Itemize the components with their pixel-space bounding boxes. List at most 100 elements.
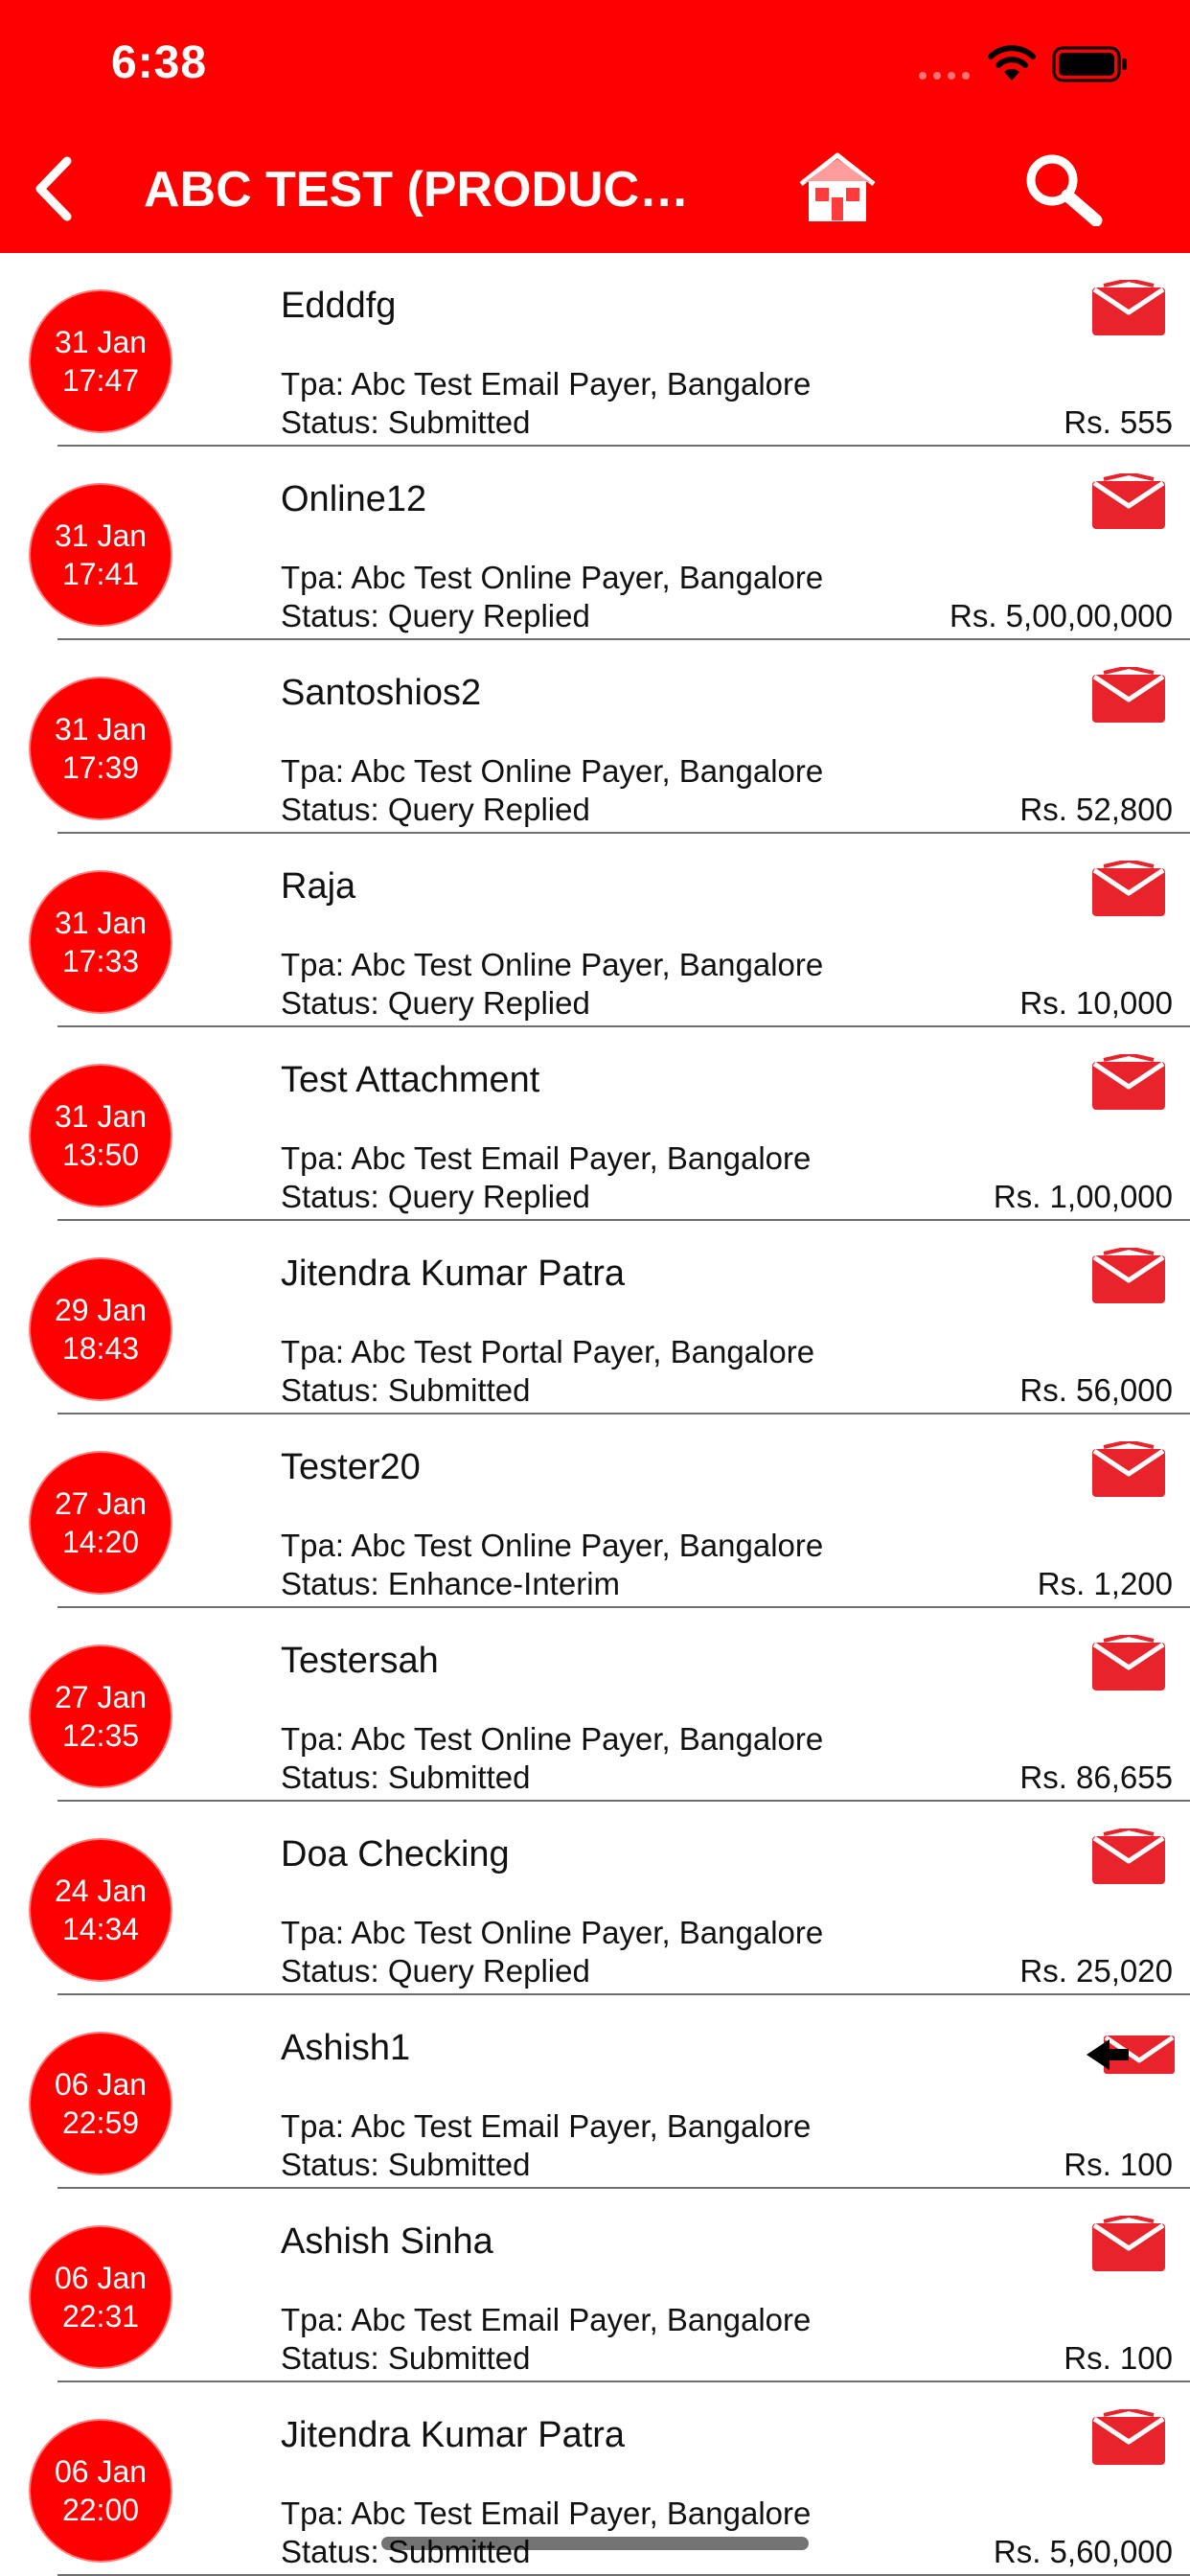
envelope-icon[interactable] (1090, 1051, 1167, 1114)
item-tpa: Tpa: Abc Test Online Payer, Bangalore (281, 947, 824, 982)
date-badge-day: 06 Jan (54, 2261, 148, 2295)
date-badge-time: 22:00 (61, 2493, 140, 2527)
date-badge-day: 31 Jan (54, 518, 148, 553)
item-status: Status: Submitted (281, 2147, 531, 2182)
date-badge: 06 Jan 22:31 (31, 2227, 171, 2367)
date-badge: 06 Jan 22:00 (31, 2421, 171, 2561)
list-item[interactable]: 31 Jan 17:39 Santoshios2 Tpa: Abc Test Onli… (0, 640, 1190, 834)
date-badge: 27 Jan 12:35 (31, 1646, 171, 1786)
item-tpa: Tpa: Abc Test Online Payer, Bangalore (281, 1528, 824, 1563)
date-badge-day: 27 Jan (54, 1680, 148, 1714)
list-item[interactable]: 31 Jan 13:50 Test Attachment Tpa: Abc Test … (0, 1027, 1190, 1221)
date-badge-time: 22:59 (61, 2105, 140, 2140)
date-badge-time: 18:43 (61, 1331, 140, 1366)
date-badge: 27 Jan 14:20 (31, 1453, 171, 1593)
date-badge-day: 29 Jan (54, 1293, 148, 1327)
home-indicator (381, 2537, 809, 2550)
item-status: Status: Query Replied (281, 792, 590, 827)
cellular-signal-icon (919, 72, 970, 80)
item-tpa: Tpa: Abc Test Email Payer, Bangalore (281, 1140, 812, 1176)
date-badge-time: 13:50 (61, 1138, 140, 1172)
app-header: 6:38 ABC TEST (PRODUCTI... (0, 0, 1190, 253)
item-status: Status: Query Replied (281, 1953, 590, 1989)
envelope-icon[interactable] (1090, 2213, 1167, 2275)
item-status: Status: Query Replied (281, 985, 590, 1021)
claims-list: 31 Jan 17:47 Edddfg Tpa: Abc Test Email Pay… (0, 253, 1190, 2576)
item-tpa: Tpa: Abc Test Online Payer, Bangalore (281, 1721, 824, 1757)
item-tpa: Tpa: Abc Test Email Payer, Bangalore (281, 366, 812, 402)
item-amount: Rs. 100 (1064, 2147, 1173, 2182)
envelope-icon[interactable] (1090, 1245, 1167, 1307)
item-status: Status: Submitted (281, 2340, 531, 2376)
house-icon[interactable] (795, 150, 880, 226)
date-badge: 29 Jan 18:43 (31, 1259, 171, 1399)
magnifier-icon[interactable] (1019, 151, 1108, 226)
envelope-icon[interactable] (1090, 1438, 1167, 1501)
list-item[interactable]: 29 Jan 18:43 Jitendra Kumar Patra Tpa: Abc … (0, 1221, 1190, 1414)
date-badge-day: 06 Jan (54, 2454, 148, 2489)
list-item[interactable]: 31 Jan 17:41 Online12 Tpa: Abc Test Online … (0, 447, 1190, 640)
date-badge-day: 31 Jan (54, 906, 148, 940)
item-status: Status: Submitted (281, 404, 531, 440)
item-tpa: Tpa: Abc Test Email Payer, Bangalore (281, 2108, 812, 2144)
item-status: Status: Query Replied (281, 598, 590, 633)
date-badge-time: 22:31 (61, 2299, 140, 2334)
date-badge-time: 17:39 (61, 750, 140, 785)
envelope-icon[interactable] (1090, 664, 1167, 726)
item-amount: Rs. 86,655 (1019, 1760, 1173, 1795)
list-item[interactable]: 27 Jan 14:20 Tester20 Tpa: Abc Test Online … (0, 1414, 1190, 1608)
item-status: Status: Submitted (281, 1372, 531, 1408)
status-bar-time: 6:38 (111, 37, 208, 88)
date-badge-day: 27 Jan (54, 1486, 148, 1521)
back-button[interactable] (23, 151, 90, 226)
list-item[interactable]: 27 Jan 12:35 Testersah Tpa: Abc Test Online… (0, 1608, 1190, 1802)
battery-icon (1052, 46, 1127, 82)
item-title: Edddfg (281, 286, 397, 326)
date-badge-time: 14:20 (61, 1525, 140, 1559)
envelope-icon[interactable] (1090, 2406, 1167, 2469)
envelope-icon[interactable] (1090, 1826, 1167, 1888)
item-tpa: Tpa: Abc Test Email Payer, Bangalore (281, 2496, 812, 2531)
list-item[interactable]: 24 Jan 14:34 Doa Checking Tpa: Abc Test Onl… (0, 1802, 1190, 1995)
item-title: Santoshios2 (281, 673, 482, 713)
item-tpa: Tpa: Abc Test Online Payer, Bangalore (281, 560, 824, 595)
item-title: Doa Checking (281, 1834, 510, 1874)
item-title: Ashish Sinha (281, 2221, 493, 2262)
envelope-icon[interactable] (1090, 277, 1167, 339)
item-status: Status: Submitted (281, 1760, 531, 1795)
item-title: Online12 (281, 479, 427, 519)
envelope-icon[interactable] (1090, 1632, 1167, 1694)
date-badge-day: 31 Jan (54, 325, 148, 359)
item-amount: Rs. 100 (1064, 2340, 1173, 2376)
date-badge: 31 Jan 17:33 (31, 872, 171, 1012)
item-amount: Rs. 5,00,00,000 (950, 598, 1173, 633)
item-title: Testersah (281, 1641, 439, 1681)
item-title: Jitendra Kumar Patra (281, 1254, 626, 1294)
date-badge: 24 Jan 14:34 (31, 1840, 171, 1980)
list-item[interactable]: 06 Jan 22:31 Ashish Sinha Tpa: Abc Test Ema… (0, 2189, 1190, 2382)
item-title: Tester20 (281, 1447, 421, 1487)
date-badge-day: 31 Jan (54, 712, 148, 747)
item-status: Status: Query Replied (281, 1179, 590, 1214)
list-item[interactable]: 31 Jan 17:33 Raja Tpa: Abc Test Online Paye… (0, 834, 1190, 1027)
page-title: ABC TEST (PRODUCTI... (144, 162, 719, 218)
date-badge-time: 14:34 (61, 1912, 140, 1946)
item-tpa: Tpa: Abc Test Email Payer, Bangalore (281, 2302, 812, 2337)
date-badge: 31 Jan 13:50 (31, 1066, 171, 1206)
item-tpa: Tpa: Abc Test Portal Payer, Bangalore (281, 1334, 815, 1369)
envelope-reply-icon[interactable] (1085, 2022, 1177, 2082)
item-title: Raja (281, 866, 356, 907)
date-badge-time: 17:47 (61, 363, 140, 398)
date-badge: 31 Jan 17:39 (31, 678, 171, 818)
item-amount: Rs. 56,000 (1019, 1372, 1173, 1408)
date-badge: 06 Jan 22:59 (31, 2034, 171, 2174)
item-amount: Rs. 52,800 (1019, 792, 1173, 827)
date-badge: 31 Jan 17:47 (31, 291, 171, 431)
screen: 6:38 ABC TEST (PRODUCTI... 31 Jan 17:47 … (0, 0, 1190, 2576)
envelope-icon[interactable] (1090, 471, 1167, 533)
list-item[interactable]: 06 Jan 22:59 Ashish1 Tpa: Abc Test Email Pa… (0, 1995, 1190, 2189)
date-badge-time: 12:35 (61, 1718, 140, 1753)
item-status: Status: Enhance-Interim (281, 1566, 621, 1601)
list-item[interactable]: 31 Jan 17:47 Edddfg Tpa: Abc Test Email Pay… (0, 253, 1190, 447)
envelope-icon[interactable] (1090, 858, 1167, 920)
